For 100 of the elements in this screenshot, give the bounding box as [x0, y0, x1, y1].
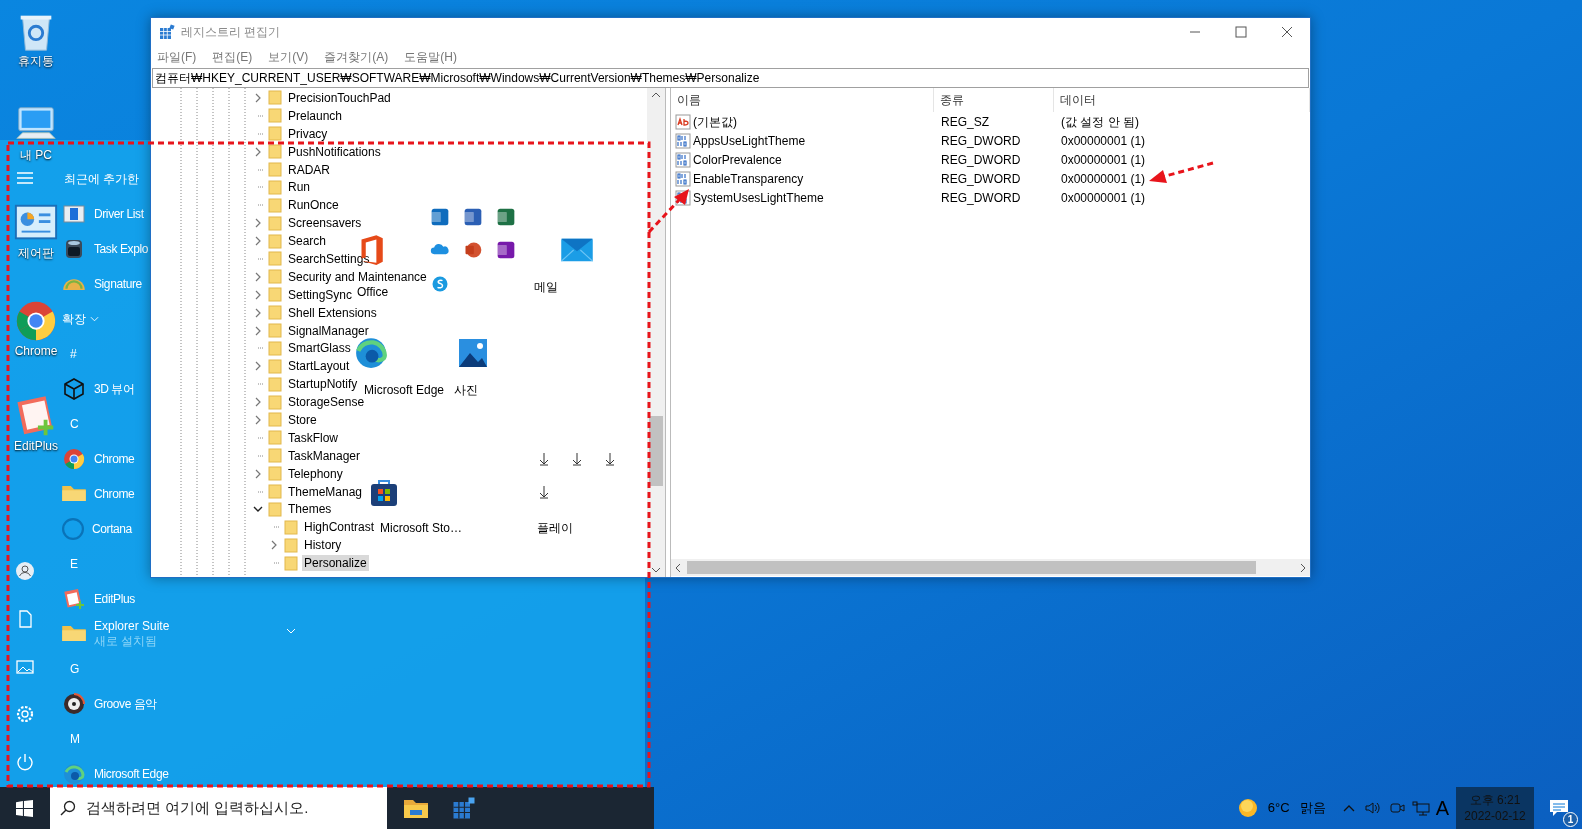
tree-item[interactable]: Screensavers: [286, 215, 364, 232]
search-icon[interactable]: [60, 800, 76, 816]
download-icon[interactable]: [539, 485, 549, 499]
menu-item[interactable]: 보기(V): [267, 48, 310, 66]
settings-icon[interactable]: [15, 704, 35, 724]
folder-icon: [268, 126, 282, 142]
tile-label[interactable]: 메일: [534, 280, 558, 294]
download-icon[interactable]: [572, 452, 582, 466]
scrollbar-thumb[interactable]: [649, 416, 664, 486]
tree-item[interactable]: PrecisionTouchPad: [286, 89, 393, 106]
folder-icon: [268, 287, 282, 303]
value-name[interactable]: AppsUseLightTheme: [693, 131, 806, 150]
tile-label[interactable]: Microsoft Edge: [364, 383, 445, 397]
menu-item[interactable]: 편집(E): [211, 48, 254, 66]
tree-item[interactable]: Personalize: [302, 555, 369, 572]
column-header[interactable]: 이름: [671, 88, 934, 112]
download-icon[interactable]: [605, 452, 615, 466]
tree-item[interactable]: SmartGlass: [286, 340, 353, 357]
sun-icon[interactable]: [1237, 798, 1258, 818]
tree-item[interactable]: Themes: [286, 501, 334, 518]
tree-item[interactable]: Privacy: [286, 125, 330, 142]
folder-icon: [268, 251, 282, 267]
tree-item[interactable]: StartupNotify: [286, 376, 360, 393]
tree-item[interactable]: Telephony: [286, 465, 345, 482]
slides-app-icon[interactable]: [463, 240, 483, 260]
tree-item[interactable]: Run: [286, 179, 312, 196]
tree-item[interactable]: ThemeManag: [286, 483, 365, 500]
tree-item[interactable]: HighContrast: [302, 519, 377, 536]
column-header[interactable]: 데이터: [1054, 88, 1310, 112]
windows-icon: [15, 799, 33, 817]
folder-icon: [268, 412, 282, 428]
folder-icon: [268, 376, 282, 392]
tree-item[interactable]: Search: [286, 233, 329, 250]
tree-item[interactable]: TaskManager: [286, 447, 363, 464]
speaker-icon[interactable]: [1363, 800, 1382, 816]
value-name[interactable]: ColorPrevalence: [693, 150, 782, 169]
edge-icon[interactable]: [354, 336, 388, 370]
tree-item[interactable]: SignalManager: [286, 322, 371, 339]
chevron-up-icon[interactable]: [1341, 803, 1356, 813]
temperature[interactable]: 6°C: [1267, 798, 1290, 818]
camera-icon[interactable]: [1387, 800, 1406, 816]
search-field[interactable]: 검색하려면 여기에 입력하십시오.: [86, 796, 386, 820]
value-name[interactable]: (기본값): [693, 112, 737, 131]
menu-item[interactable]: 도움말(H): [403, 48, 458, 66]
app-name: Signature: [94, 275, 142, 293]
app-name: Chrome: [94, 450, 135, 468]
scrollbar[interactable]: [647, 88, 665, 577]
app-name: 3D 뷰어: [94, 380, 135, 398]
chrome-icon: [62, 446, 86, 471]
grid-icon[interactable]: [452, 796, 476, 820]
folder-icon: [268, 197, 282, 213]
message-icon[interactable]: [1549, 799, 1569, 817]
tree-item[interactable]: RADAR: [286, 161, 332, 178]
app-name: Groove 음악: [94, 695, 158, 713]
tree-item[interactable]: StartLayout: [286, 358, 352, 375]
tree-item[interactable]: PushNotifications: [286, 143, 383, 160]
chat-app-icon[interactable]: [430, 274, 450, 294]
scrollbar-thumb[interactable]: [687, 561, 1256, 574]
disc-icon: [62, 691, 86, 716]
value-name[interactable]: EnableTransparency: [693, 169, 804, 188]
column-header[interactable]: 종류: [934, 88, 1054, 112]
tree-item[interactable]: Security and Maintenance: [286, 268, 429, 285]
user-icon[interactable]: [15, 561, 35, 581]
tile-label[interactable]: Microsoft Sto…: [380, 521, 463, 535]
folder-icon: [62, 626, 86, 641]
input-mode-indicator[interactable]: A: [1435, 793, 1449, 823]
power-icon[interactable]: [15, 752, 35, 772]
search-box[interactable]: 검색하려면 여기에 입력하십시오.: [50, 787, 387, 829]
app-name: EditPlus: [94, 590, 135, 608]
weather-condition[interactable]: 맑음: [1299, 798, 1326, 818]
folder-icon: [268, 108, 282, 124]
folder-icon: [284, 537, 298, 553]
tile-label[interactable]: 플레이: [537, 521, 573, 535]
value-name[interactable]: SystemUsesLightTheme: [693, 188, 824, 207]
menu-item[interactable]: 파일(F): [156, 48, 198, 66]
pictures-icon[interactable]: [15, 657, 35, 677]
tree-item[interactable]: RunOnce: [286, 197, 341, 214]
tree-item[interactable]: SettingSync: [286, 286, 355, 303]
tree-item[interactable]: TaskFlow: [286, 429, 340, 446]
tree-item[interactable]: Store: [286, 411, 319, 428]
address-field[interactable]: 컴퓨터₩HKEY_CURRENT_USER₩SOFTWARE₩Microsoft₩Windows₩CurrentVersion₩Themes₩Personalize: [152, 68, 1309, 88]
app-name: Microsoft Edge: [94, 765, 169, 783]
scrollbar[interactable]: [671, 559, 1310, 576]
folder-icon[interactable]: [403, 797, 429, 819]
network-icon[interactable]: [1411, 800, 1430, 816]
value-data: 0x00000001 (1): [1060, 170, 1146, 188]
photo-icon[interactable]: [457, 337, 489, 369]
desktop-icon-label[interactable]: 휴지통: [18, 54, 54, 68]
tree-item[interactable]: SearchSettings: [286, 250, 372, 267]
section-heading: 최근에 추가한: [64, 170, 140, 188]
download-icon[interactable]: [539, 452, 549, 466]
tree-item[interactable]: History: [302, 537, 344, 554]
tree-item[interactable]: StorageSense: [286, 394, 367, 411]
tile-label[interactable]: 사진: [454, 383, 478, 397]
tile-label[interactable]: Office: [357, 285, 389, 299]
menu-item[interactable]: 즐겨찾기(A): [323, 48, 390, 66]
tree-item[interactable]: Prelaunch: [286, 107, 345, 124]
tree-item[interactable]: Shell Extensions: [286, 304, 379, 321]
value-type: REG_SZ: [940, 113, 990, 131]
value-data: (값 설정 안 됨): [1060, 113, 1139, 131]
